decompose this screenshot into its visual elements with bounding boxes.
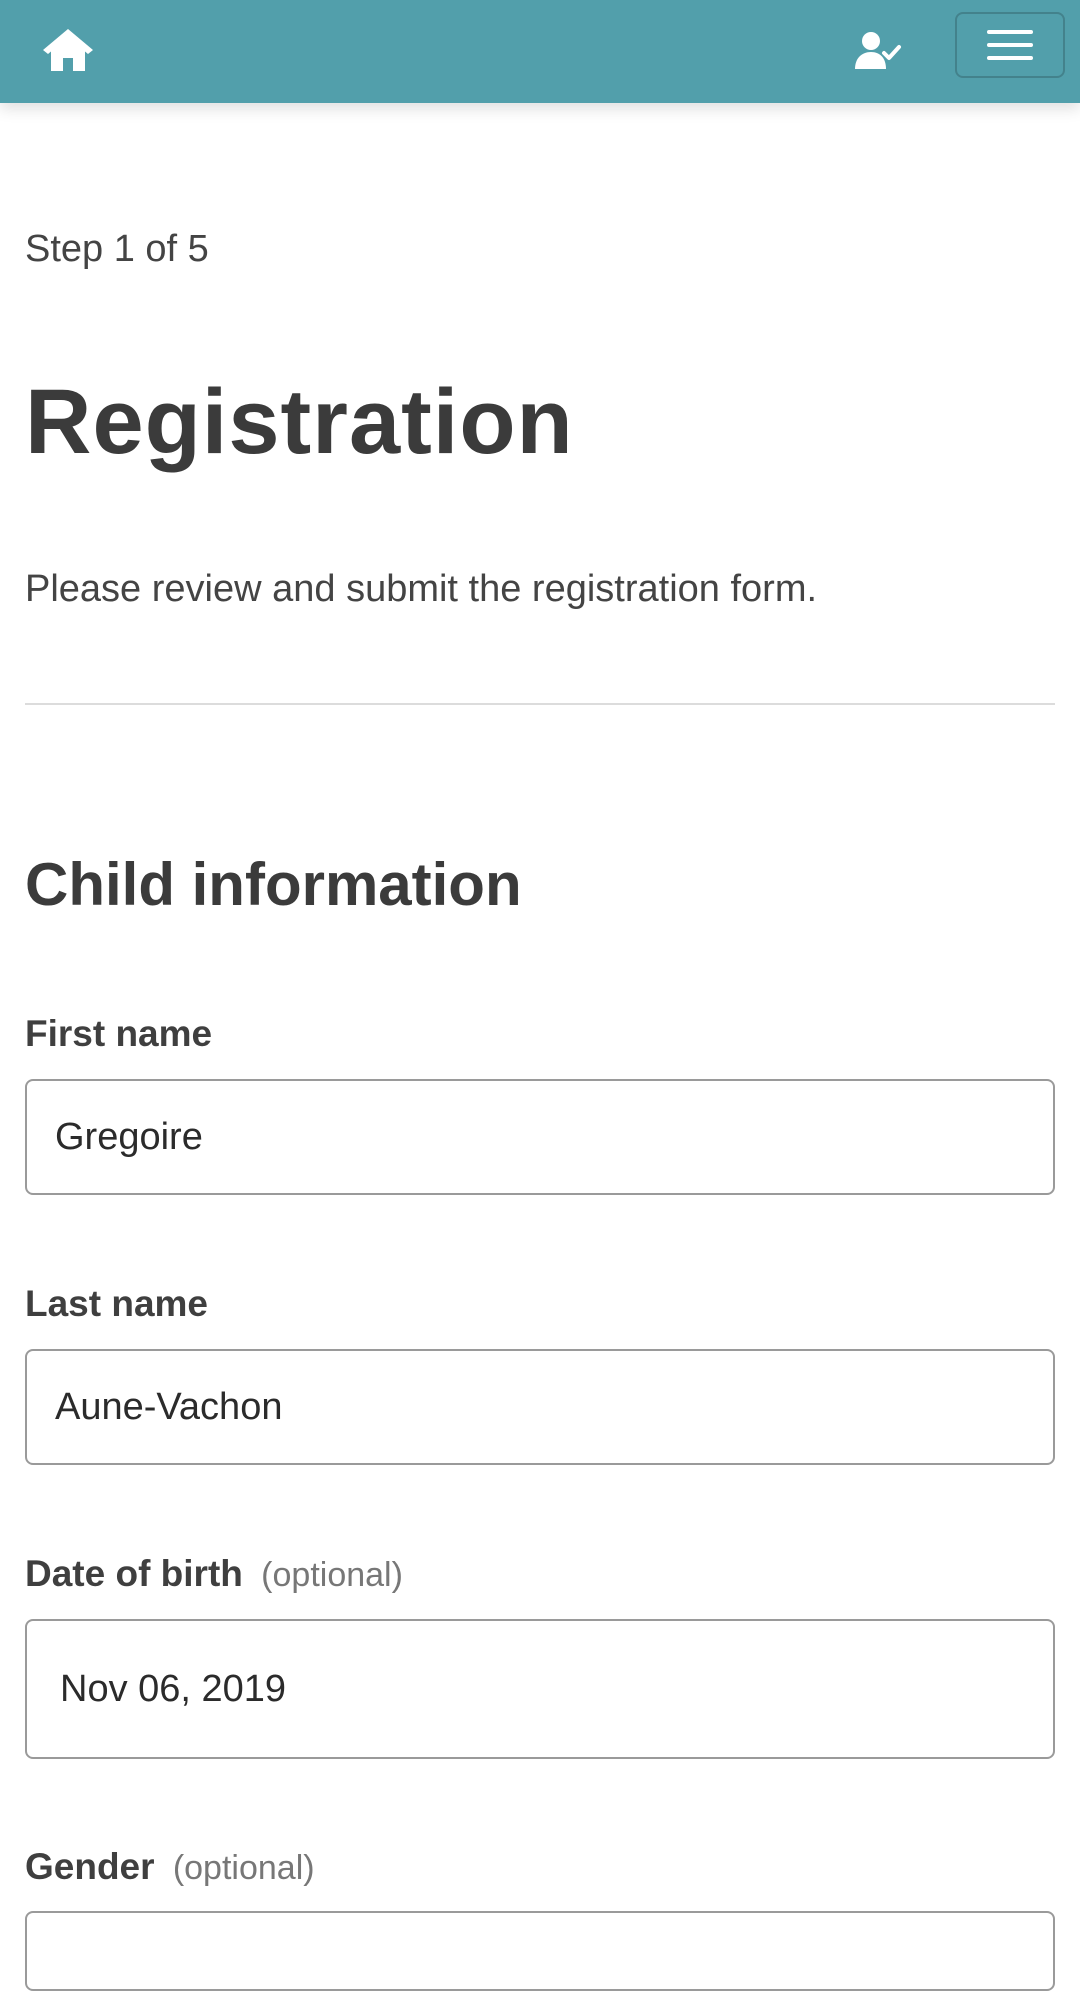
date-of-birth-optional-note: (optional) xyxy=(261,1556,403,1594)
intro-text: Please review and submit the registratio… xyxy=(25,568,818,610)
home-icon xyxy=(43,29,93,71)
gender-label: Gender (optional) xyxy=(25,1846,315,1888)
gender-select[interactable] xyxy=(25,1911,1055,1991)
date-of-birth-input[interactable] xyxy=(25,1619,1055,1759)
step-indicator: Step 1 of 5 xyxy=(25,228,209,270)
first-name-label: First name xyxy=(25,1013,212,1055)
first-name-input[interactable] xyxy=(25,1079,1055,1195)
date-of-birth-label-text: Date of birth xyxy=(25,1553,243,1594)
user-account-link[interactable] xyxy=(850,28,906,74)
last-name-input[interactable] xyxy=(25,1349,1055,1465)
page-title: Registration xyxy=(25,371,574,473)
gender-label-text: Gender xyxy=(25,1846,155,1887)
user-check-icon xyxy=(855,32,901,69)
last-name-label: Last name xyxy=(25,1283,208,1325)
child-information-heading: Child information xyxy=(25,851,522,918)
section-divider xyxy=(25,703,1055,705)
top-navbar xyxy=(0,0,1080,103)
date-of-birth-label: Date of birth (optional) xyxy=(25,1553,403,1595)
last-name-label-text: Last name xyxy=(25,1283,209,1324)
gender-optional-note: (optional) xyxy=(172,1849,315,1887)
hamburger-menu-icon xyxy=(987,30,1033,60)
home-link[interactable] xyxy=(38,24,98,76)
first-name-label-text: First name xyxy=(25,1013,213,1054)
menu-toggle-button[interactable] xyxy=(955,12,1065,78)
